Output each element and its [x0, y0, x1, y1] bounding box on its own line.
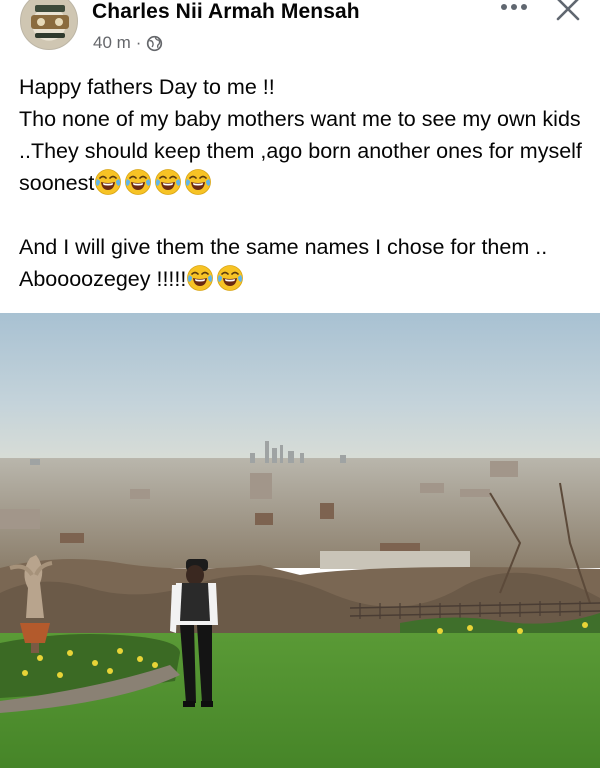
more-horizontal-icon[interactable] — [496, 0, 532, 16]
laughing-emoji-group — [94, 169, 214, 195]
globe-icon[interactable] — [146, 35, 163, 52]
laughing-emoji-icon — [217, 265, 244, 291]
post-header: Charles Nii Armah Mensah 40 m · — [0, 0, 600, 60]
close-icon[interactable] — [552, 0, 586, 22]
post-photo[interactable] — [0, 313, 600, 768]
post-line-names-text: And I will give them the same names I ch… — [19, 235, 548, 291]
laughing-emoji-icon — [125, 169, 152, 195]
laughing-emoji-icon — [95, 169, 122, 195]
post-meta: 40 m · — [93, 33, 163, 53]
post-line-body: Tho none of my baby mothers want me to s… — [19, 103, 589, 199]
author-avatar[interactable] — [20, 0, 78, 50]
author-name[interactable]: Charles Nii Armah Mensah — [92, 0, 360, 24]
meta-separator: · — [135, 33, 142, 52]
post-line-greeting: Happy fathers Day to me !! — [19, 75, 275, 99]
post-time[interactable]: 40 m — [93, 33, 131, 53]
laughing-emoji-icon — [187, 265, 214, 291]
post-text: Happy fathers Day to me !! Tho none of m… — [19, 71, 589, 295]
laughing-emoji-icon — [155, 169, 182, 195]
post-line-names: And I will give them the same names I ch… — [19, 231, 589, 295]
laughing-emoji-group — [186, 265, 246, 291]
laughing-emoji-icon — [185, 169, 212, 195]
